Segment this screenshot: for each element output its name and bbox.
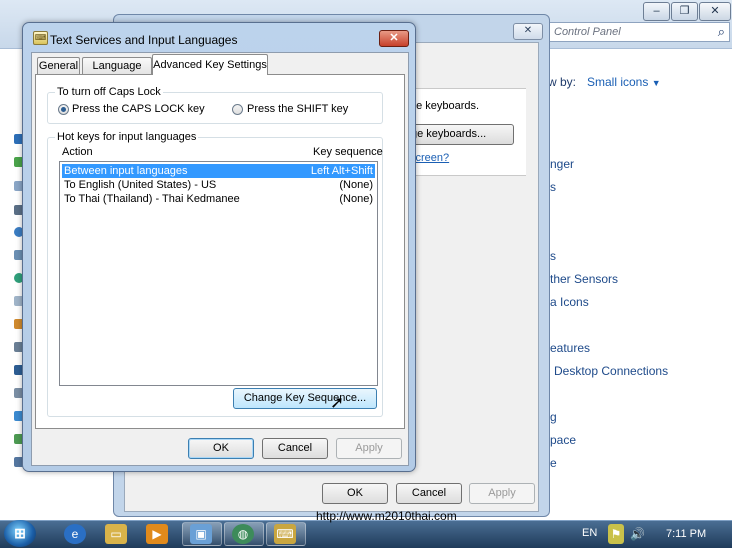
cp-item[interactable]: pace	[550, 433, 576, 447]
start-button[interactable]: ⊞	[4, 520, 36, 547]
cp-item[interactable]: nger	[550, 157, 574, 171]
list-item-action: To Thai (Thailand) - Thai Kedmanee	[64, 193, 240, 205]
text-services-close-button[interactable]: ✕	[379, 30, 409, 47]
cp-item[interactable]: Desktop Connections	[554, 364, 668, 378]
mouse-cursor-icon: ➚	[330, 393, 345, 412]
media-player-icon[interactable]: ▶	[146, 524, 168, 544]
keyboard-icon: ⌨	[274, 524, 296, 544]
apply-button[interactable]: Apply	[336, 438, 402, 459]
list-item[interactable]: To English (United States) - US (None)	[62, 178, 375, 192]
folder-icon[interactable]: ▭	[105, 524, 127, 544]
list-item[interactable]: Between input languages Left Alt+Shift	[62, 164, 375, 178]
cp-item[interactable]: s	[550, 249, 556, 263]
view-by-label: w by:	[548, 75, 577, 89]
keyboard-icon: ⌨	[33, 31, 48, 45]
region-dialog-close-button[interactable]: ✕	[513, 23, 543, 40]
cp-item[interactable]: ther Sensors	[550, 272, 618, 286]
volume-icon[interactable]: 🔊	[630, 524, 645, 544]
cp-item[interactable]: eatures	[550, 341, 590, 355]
chevron-down-icon: ▼	[651, 78, 661, 88]
tab-general[interactable]: General	[37, 57, 80, 74]
change-keyboards-button[interactable]: ge keyboards...	[408, 124, 514, 145]
list-item-action: To English (United States) - US	[64, 179, 217, 191]
minimize-button[interactable]: –	[643, 2, 670, 21]
shift-key-label: Press the SHIFT key	[247, 103, 349, 115]
clock[interactable]: 7:11 PM	[666, 528, 706, 540]
hotkeys-list[interactable]: Between input languages Left Alt+Shift T…	[59, 161, 378, 386]
region-apply-button[interactable]: Apply	[469, 483, 535, 504]
hotkeys-group-label: Hot keys for input languages	[55, 131, 199, 143]
keyboards-description: ge keyboards.	[410, 100, 480, 112]
view-by-value: Small icons	[587, 75, 649, 89]
list-item-key: (None)	[339, 193, 373, 205]
shift-key-radio[interactable]	[232, 104, 243, 115]
cancel-button[interactable]: Cancel	[262, 438, 328, 459]
ok-button[interactable]: OK	[188, 438, 254, 459]
list-item[interactable]: To Thai (Thailand) - Thai Kedmanee (None…	[62, 192, 375, 206]
tray-flag-icon[interactable]: ⚑	[608, 524, 624, 544]
list-item-action: Between input languages	[64, 165, 188, 177]
internet-explorer-icon[interactable]: e	[64, 524, 86, 544]
maximize-button[interactable]: ❐	[671, 2, 698, 21]
cp-item[interactable]: a Icons	[550, 295, 589, 309]
watermark-text: http://www.m2010thai.com	[316, 509, 457, 523]
language-indicator[interactable]: EN	[582, 527, 597, 539]
network-globe-icon: ◍	[232, 524, 254, 544]
cp-item[interactable]: g	[550, 410, 557, 424]
list-item-key: (None)	[339, 179, 373, 191]
caps-lock-key-radio[interactable]	[58, 104, 69, 115]
list-item-key: Left Alt+Shift	[310, 165, 373, 177]
region-ok-button[interactable]: OK	[322, 483, 388, 504]
cp-item[interactable]: s	[550, 180, 556, 194]
caps-lock-key-label: Press the CAPS LOCK key	[72, 103, 205, 115]
tab-language-bar[interactable]: Language Bar	[82, 57, 152, 88]
dialog-title: Text Services and Input Languages	[50, 33, 238, 47]
action-column-header: Action	[62, 146, 93, 158]
change-key-sequence-button[interactable]: Change Key Sequence...	[233, 388, 377, 409]
search-input[interactable]: Control Panel ⌕	[548, 22, 730, 42]
region-cancel-button[interactable]: Cancel	[396, 483, 462, 504]
view-by-dropdown[interactable]: Small icons ▼	[587, 75, 661, 89]
close-button[interactable]: ✕	[699, 2, 731, 21]
search-placeholder: Control Panel	[554, 26, 621, 38]
display-icon: ▣	[190, 524, 212, 544]
cp-item[interactable]: e	[550, 456, 557, 470]
tab-advanced-key-settings[interactable]: Advanced Key Settings	[152, 54, 268, 75]
search-icon[interactable]: ⌕	[718, 24, 725, 40]
caps-lock-group-label: To turn off Caps Lock	[55, 86, 163, 98]
key-sequence-column-header: Key sequence	[313, 146, 383, 158]
